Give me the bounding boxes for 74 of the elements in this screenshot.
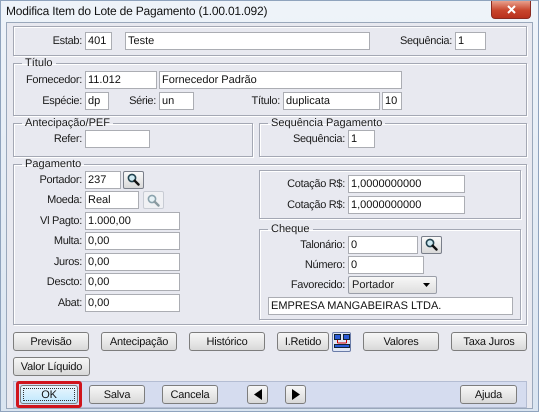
- input-field[interactable]: [85, 130, 150, 148]
- field-label: Número:: [304, 258, 345, 270]
- close-icon: [506, 5, 516, 14]
- search-button[interactable]: [123, 170, 144, 188]
- input-field[interactable]: 0,00: [85, 252, 180, 270]
- input-field[interactable]: 401: [85, 32, 112, 50]
- network-icon: [334, 334, 350, 349]
- input-field[interactable]: 0,00: [85, 294, 180, 312]
- next-button[interactable]: [285, 385, 306, 404]
- input-field[interactable]: 0,00: [85, 273, 180, 291]
- field-label: Multa:: [54, 235, 82, 247]
- favorecido-dropdown[interactable]: Portador: [348, 276, 437, 294]
- field-label: Moeda:: [47, 194, 82, 206]
- group-label: Cheque: [270, 223, 311, 235]
- input-field[interactable]: 1: [455, 32, 486, 50]
- field-label: Espécie:: [42, 94, 82, 106]
- close-button[interactable]: [491, 1, 531, 19]
- action-button[interactable]: Antecipação: [101, 332, 177, 351]
- search-icon: [127, 173, 140, 186]
- group-label: Pagamento: [24, 158, 82, 170]
- search-icon: [425, 238, 438, 251]
- field-label: Sequência:: [400, 35, 452, 47]
- dialog-button[interactable]: Cancela: [162, 385, 218, 404]
- field-label: Juros:: [54, 256, 82, 268]
- dialog-button[interactable]: Ajuda: [460, 385, 517, 404]
- input-field[interactable]: 0: [348, 236, 418, 254]
- field-label: Abat:: [58, 296, 82, 308]
- input-field[interactable]: Teste: [125, 32, 370, 50]
- input-field[interactable]: 237: [85, 170, 121, 188]
- input-field[interactable]: 11.012: [85, 70, 157, 88]
- field-label: Estab:: [52, 35, 82, 47]
- input-field[interactable]: Fornecedor Padrão: [159, 70, 402, 88]
- action-button[interactable]: Previsão: [13, 332, 89, 351]
- action-button[interactable]: Taxa Juros: [451, 332, 527, 351]
- field-label: Sequência:: [292, 133, 345, 145]
- dialog-button[interactable]: OK: [20, 385, 78, 404]
- action-button[interactable]: Valores: [363, 332, 439, 351]
- field-label: Portador:: [39, 174, 82, 186]
- window-title: Modifica Item do Lote de Pagamento (1.00.01.092): [6, 4, 268, 18]
- group-label: Antecipação/PEF: [24, 117, 111, 129]
- field-label: Série:: [129, 94, 156, 106]
- right-triangle-icon: [292, 389, 300, 400]
- field-label: Cotação R$:: [287, 178, 345, 190]
- field-label: Refer:: [54, 133, 82, 145]
- input-field[interactable]: 0: [348, 256, 424, 274]
- input-field[interactable]: 1,0000000000: [348, 196, 465, 214]
- action-button[interactable]: I.Retido: [277, 332, 329, 351]
- previous-button[interactable]: [247, 385, 268, 404]
- group-label: Título: [24, 57, 54, 69]
- field-label: Cotação R$:: [287, 198, 345, 210]
- input-field[interactable]: 10: [382, 92, 402, 110]
- input-field[interactable]: 1: [348, 130, 375, 148]
- field-label: Favorecido:: [290, 279, 345, 291]
- input-field[interactable]: dp: [85, 92, 109, 110]
- field-label: Descto:: [46, 276, 82, 288]
- left-triangle-icon: [254, 389, 262, 400]
- action-button[interactable]: Valor Líquido: [13, 357, 90, 376]
- field-label: Vl Pagto:: [40, 214, 82, 226]
- input-field[interactable]: 1.000,00: [85, 212, 180, 230]
- field-label: Título:: [252, 94, 280, 106]
- dialog-button[interactable]: Salva: [89, 385, 145, 404]
- search-button[interactable]: [421, 236, 442, 254]
- input-field[interactable]: un: [159, 92, 194, 110]
- input-field[interactable]: 1,0000000000: [348, 174, 465, 192]
- action-button[interactable]: Histórico: [189, 332, 265, 351]
- group-label: Sequência Pagamento: [270, 117, 384, 129]
- search-icon: [147, 194, 160, 206]
- dropdown-arrow-icon: [423, 283, 430, 287]
- input-field[interactable]: EMPRESA MANGABEIRAS LTDA.: [268, 297, 513, 315]
- input-field[interactable]: duplicata: [283, 92, 380, 110]
- input-field[interactable]: 0,00: [85, 232, 180, 250]
- field-label: Talonário:: [300, 238, 345, 250]
- field-label: Fornecedor:: [26, 74, 82, 86]
- network-button[interactable]: [332, 332, 351, 352]
